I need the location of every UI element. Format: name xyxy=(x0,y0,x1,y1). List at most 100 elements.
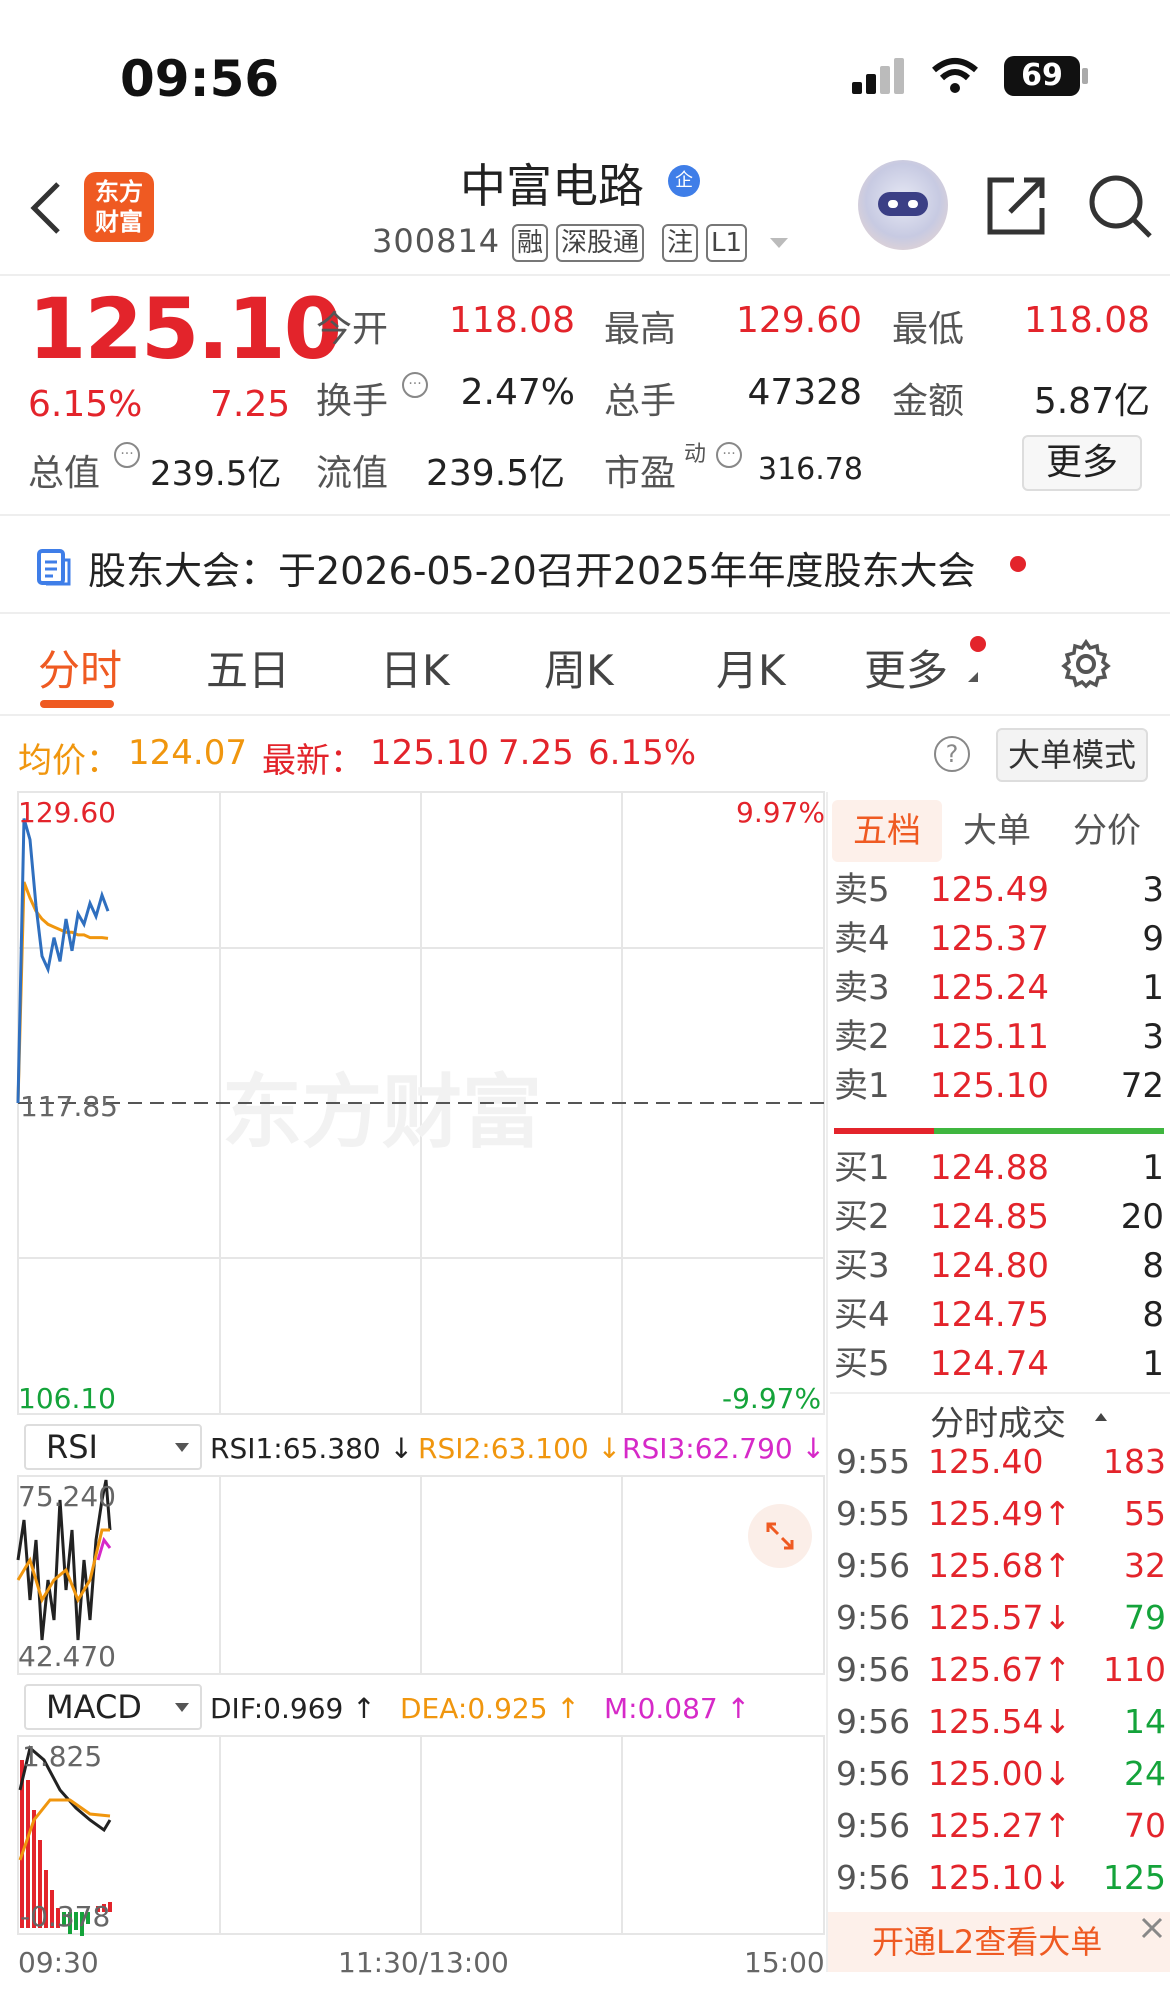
trade-price: 125.49↑ xyxy=(928,1494,1072,1533)
macd-caret-icon xyxy=(175,1703,189,1712)
trade-volume: 55 xyxy=(1124,1494,1166,1533)
trade-volume: 125 xyxy=(1103,1858,1166,1897)
trade-price: 125.40 xyxy=(928,1442,1044,1481)
rsi2-value: RSI2:63.100 ↓ xyxy=(418,1432,622,1465)
ask-price: 125.24 xyxy=(930,968,1049,1008)
trade-price: 125.68↑ xyxy=(928,1546,1072,1585)
dif-value: DIF:0.969 ↑ xyxy=(210,1692,376,1725)
watermark: 东方财富 xyxy=(222,1066,542,1159)
trade-row: 9:56 125.27↑ 70 xyxy=(836,1800,1166,1852)
bid-qty: 1 xyxy=(1142,1344,1164,1384)
chart-high-pct: 9.97% xyxy=(736,796,825,829)
trade-volume: 110 xyxy=(1103,1650,1166,1689)
m-value: M:0.087 ↑ xyxy=(604,1692,751,1725)
ask-ratio-bar xyxy=(834,1128,934,1134)
trade-time: 9:56 xyxy=(836,1806,911,1845)
ask-row[interactable]: 卖4 125.37 9 xyxy=(834,915,1164,964)
rsi-top-label: 75.240 xyxy=(18,1480,116,1513)
bid-level-label: 买5 xyxy=(834,1344,890,1384)
trade-time: 9:55 xyxy=(836,1494,911,1533)
rsi-bottom-label: 42.470 xyxy=(18,1640,116,1673)
bid-price: 124.88 xyxy=(930,1148,1049,1188)
chart-prev-close-label: 117.85 xyxy=(20,1090,118,1123)
rsi-select-label: RSI xyxy=(46,1428,98,1466)
fullscreen-button[interactable] xyxy=(748,1504,812,1568)
trade-time: 9:56 xyxy=(836,1858,911,1897)
ask-row[interactable]: 卖2 125.11 3 xyxy=(834,1013,1164,1062)
close-icon[interactable] xyxy=(1140,1916,1164,1940)
ask-level-label: 卖5 xyxy=(834,870,890,910)
trade-price: 125.57↓ xyxy=(928,1598,1072,1637)
macd-bottom-label: -0.378 xyxy=(20,1900,111,1933)
dea-value: DEA:0.925 ↑ xyxy=(400,1692,580,1725)
tab-price-dist[interactable]: 分价 xyxy=(1052,800,1162,862)
macd-select-label: MACD xyxy=(46,1688,142,1726)
ask-qty: 1 xyxy=(1142,968,1164,1008)
bid-row[interactable]: 买3 124.80 8 xyxy=(834,1242,1164,1291)
ask-qty: 72 xyxy=(1120,1066,1164,1106)
trades-sort-icon[interactable] xyxy=(1094,1412,1108,1422)
trade-volume: 79 xyxy=(1124,1598,1166,1637)
ask-row[interactable]: 卖1 125.10 72 xyxy=(834,1062,1164,1111)
trade-row: 9:56 125.00↓ 24 xyxy=(836,1748,1166,1800)
trade-price: 125.00↓ xyxy=(928,1754,1072,1793)
bid-row[interactable]: 买5 124.74 1 xyxy=(834,1340,1164,1389)
rsi1-value: RSI1:65.380 ↓ xyxy=(210,1432,414,1465)
trade-time: 9:55 xyxy=(836,1442,911,1481)
ask-price: 125.49 xyxy=(930,870,1049,910)
trade-row: 9:56 125.67↑ 110 xyxy=(836,1644,1166,1696)
ask-row[interactable]: 卖5 125.49 3 xyxy=(834,866,1164,915)
macd-indicator-select[interactable]: MACD xyxy=(24,1684,202,1730)
panel-divider xyxy=(826,792,828,1972)
bid-row[interactable]: 买4 124.75 8 xyxy=(834,1291,1164,1340)
trade-price: 125.67↑ xyxy=(928,1650,1072,1689)
trade-price: 125.27↑ xyxy=(928,1806,1072,1845)
trade-price: 125.54↓ xyxy=(928,1702,1072,1741)
bid-row[interactable]: 买1 124.88 1 xyxy=(834,1144,1164,1193)
ask-level-label: 卖2 xyxy=(834,1017,890,1057)
ask-price: 125.37 xyxy=(930,919,1049,959)
chart-low-pct: -9.97% xyxy=(722,1382,822,1415)
trade-time: 9:56 xyxy=(836,1546,911,1585)
rsi-caret-icon xyxy=(175,1443,189,1452)
ask-qty: 9 xyxy=(1142,919,1164,959)
bid-level-label: 买2 xyxy=(834,1197,890,1237)
bid-row[interactable]: 买2 124.85 20 xyxy=(834,1193,1164,1242)
ask-level-label: 卖4 xyxy=(834,919,890,959)
chart-low-label: 106.10 xyxy=(18,1382,116,1415)
ask-qty: 3 xyxy=(1142,1017,1164,1057)
chart-high-label: 129.60 xyxy=(18,796,116,829)
expand-icon xyxy=(766,1522,794,1550)
macd-top-label: 1.825 xyxy=(22,1740,103,1773)
trade-time: 9:56 xyxy=(836,1598,911,1637)
trade-time: 9:56 xyxy=(836,1702,911,1741)
tab-big-orders[interactable]: 大单 xyxy=(942,800,1052,862)
bid-qty: 8 xyxy=(1142,1246,1164,1286)
bid-qty: 1 xyxy=(1142,1148,1164,1188)
time-axis-start: 09:30 xyxy=(18,1946,99,1979)
time-axis-end: 15:00 xyxy=(744,1946,825,1979)
chart-grid xyxy=(17,791,825,1935)
ask-price: 125.10 xyxy=(930,1066,1049,1106)
price-line xyxy=(16,818,110,1104)
bid-level-label: 买3 xyxy=(834,1246,890,1286)
l2-upgrade-banner[interactable]: 开通L2查看大单 xyxy=(828,1912,1170,1972)
tab-five-levels[interactable]: 五档 xyxy=(832,800,942,862)
bid-qty: 20 xyxy=(1120,1197,1164,1237)
bid-level-label: 买4 xyxy=(834,1295,890,1335)
ask-level-label: 卖3 xyxy=(834,968,890,1008)
trade-price: 125.10↓ xyxy=(928,1858,1072,1897)
time-axis-mid: 11:30/13:00 xyxy=(338,1946,509,1979)
trade-volume: 32 xyxy=(1124,1546,1166,1585)
ask-level-label: 卖1 xyxy=(834,1066,890,1106)
ask-qty: 3 xyxy=(1142,870,1164,910)
trade-row: 9:55 125.49↑ 55 xyxy=(836,1488,1166,1540)
bid-price: 124.74 xyxy=(930,1344,1049,1384)
bid-qty: 8 xyxy=(1142,1295,1164,1335)
trade-time: 9:56 xyxy=(836,1650,911,1689)
trade-row: 9:56 125.10↓ 125 xyxy=(836,1852,1166,1904)
rsi-indicator-select[interactable]: RSI xyxy=(24,1424,202,1470)
ask-row[interactable]: 卖3 125.24 1 xyxy=(834,964,1164,1013)
rsi3-value: RSI3:62.790 ↓ xyxy=(622,1432,826,1465)
bid-price: 124.85 xyxy=(930,1197,1049,1237)
